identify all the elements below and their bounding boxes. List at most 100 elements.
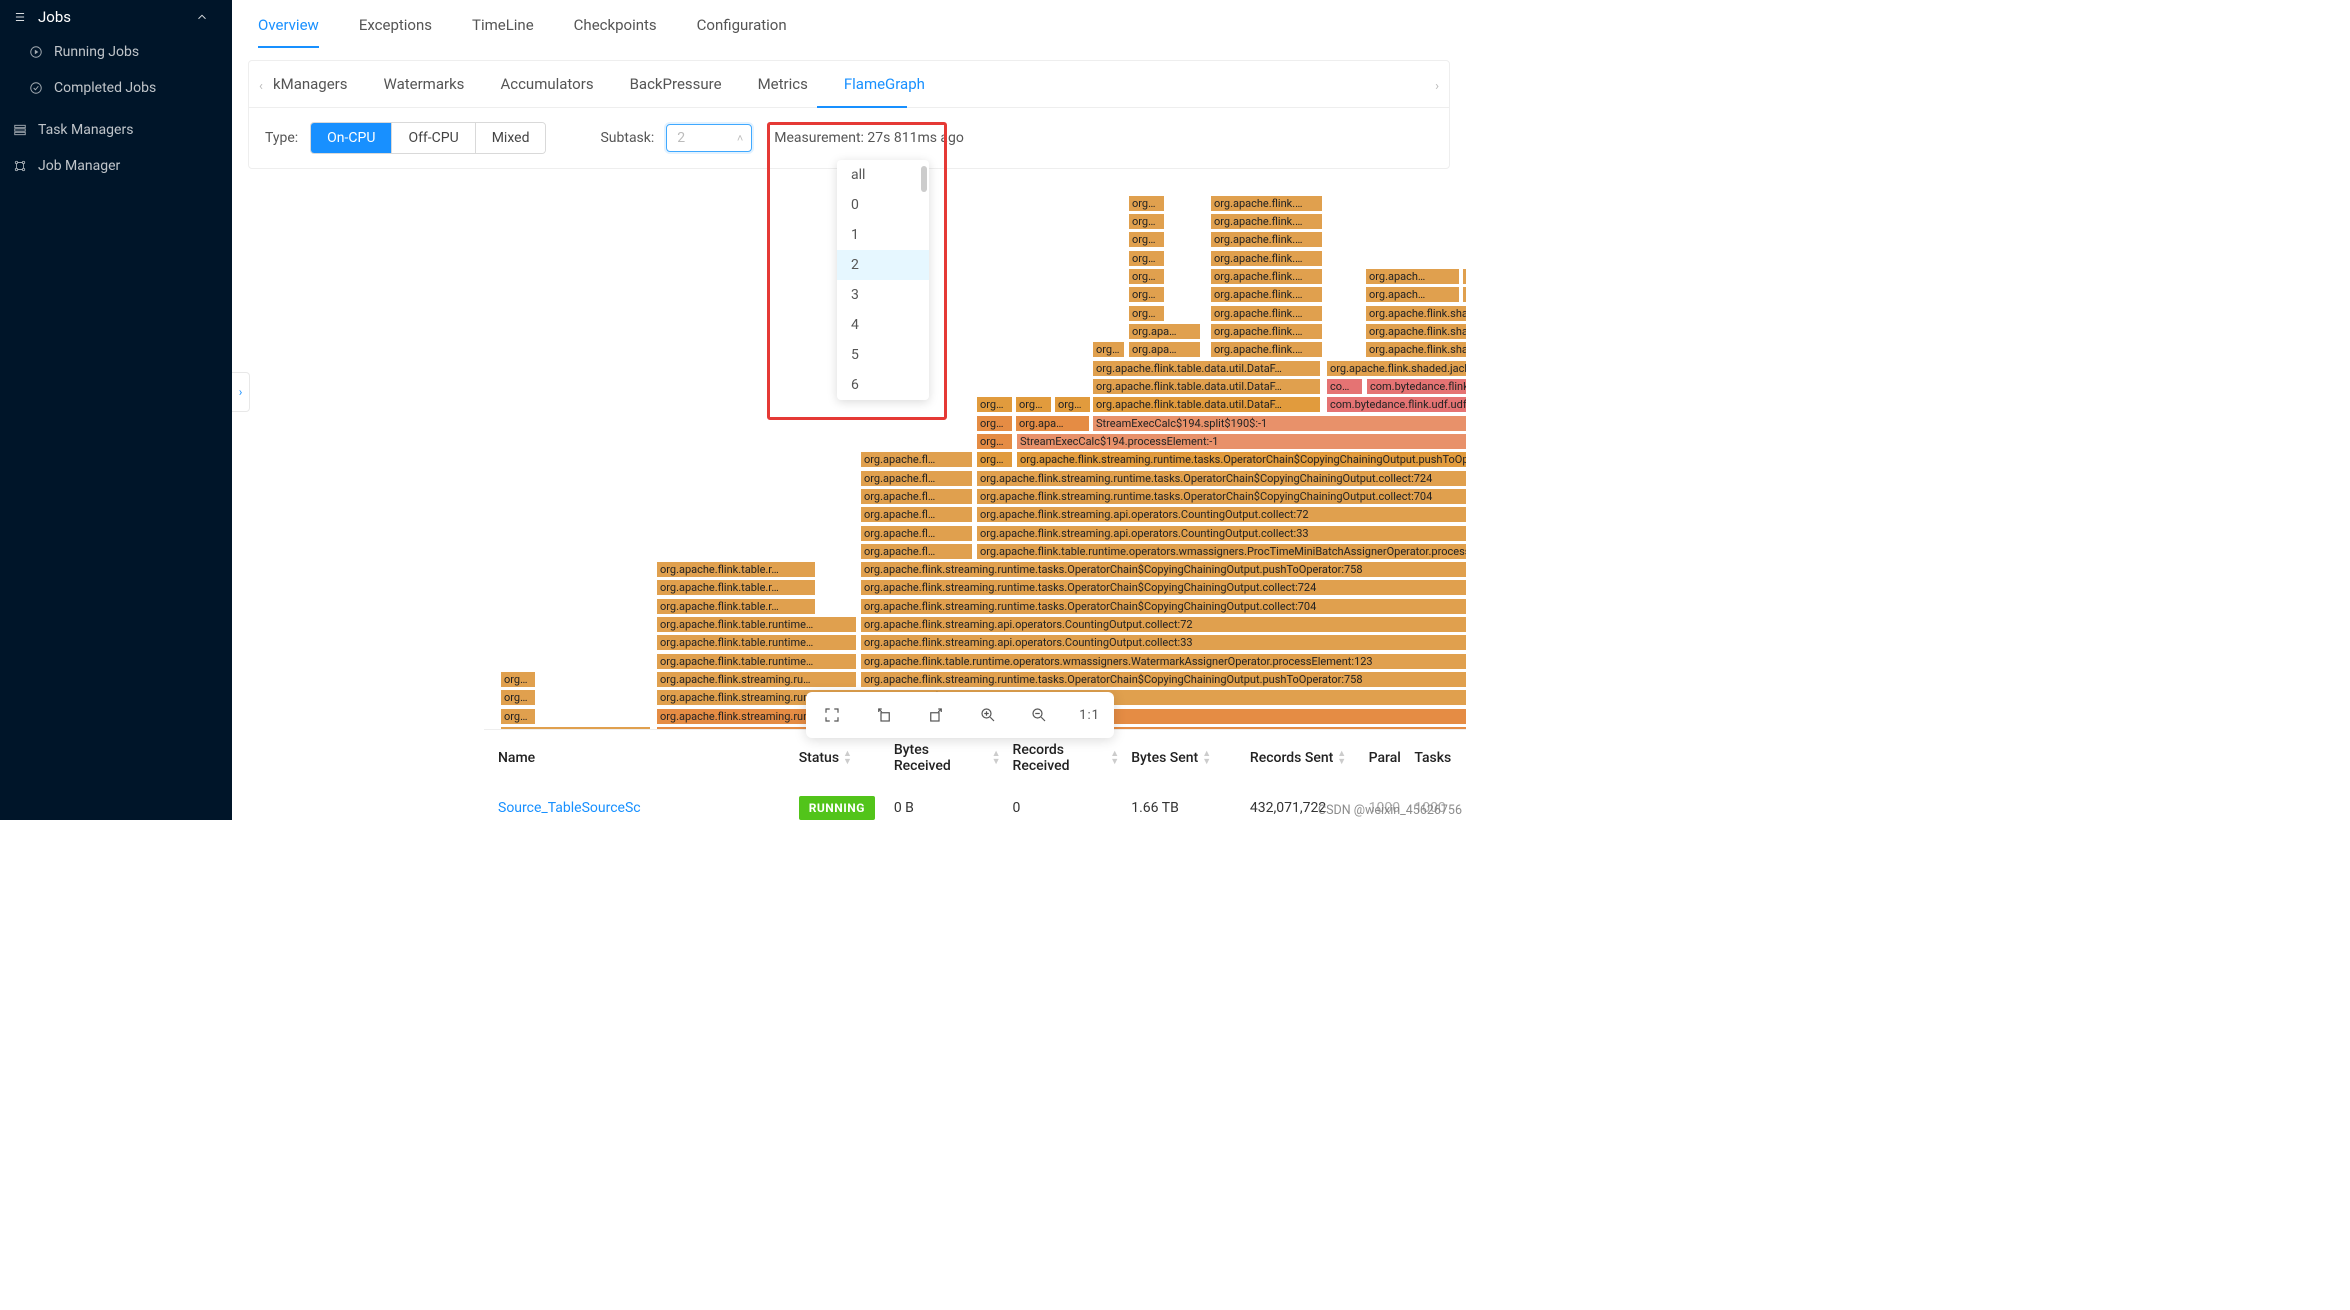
flame-frame[interactable]: org.apache.flink.… (1210, 195, 1323, 212)
sidebar-collapse-handle[interactable]: › (232, 372, 250, 412)
col-name[interactable]: Name (492, 742, 793, 774)
flame-frame[interactable]: org.apache.fl… (860, 451, 973, 468)
col-records-received[interactable]: Records Received▲▼ (1007, 742, 1126, 774)
flame-frame[interactable]: org.apache.fl… (860, 470, 973, 487)
sidebar-section-jobs[interactable]: Jobs (0, 2, 232, 34)
flame-frame[interactable]: org… (1128, 250, 1165, 267)
flame-frame[interactable]: StreamExecCalc$194.split$190$:-1 (1092, 415, 1466, 432)
flame-frame[interactable]: org.apache.flink.table.runtime.operators… (860, 653, 1466, 670)
rotate-right-button[interactable] (924, 703, 948, 727)
flame-frame[interactable]: org… (500, 708, 536, 725)
subtab-watermarks[interactable]: Watermarks (384, 75, 465, 93)
col-records-sent[interactable]: Records Sent▲▼ (1244, 742, 1363, 774)
flame-frame[interactable]: org… (976, 396, 1013, 413)
flame-frame[interactable]: org.apach… (1365, 286, 1460, 303)
flame-frame[interactable]: org.apa… (1128, 323, 1201, 340)
zoom-out-button[interactable] (1027, 703, 1051, 727)
flame-frame[interactable]: org… (1128, 213, 1165, 230)
subtab-backpressure[interactable]: BackPressure (630, 75, 722, 93)
col-status[interactable]: Status▲▼ (793, 742, 888, 774)
flame-frame[interactable]: org.apache.flink.shaded.jackson2.co… (1365, 323, 1466, 340)
tab-checkpoints[interactable]: Checkpoints (574, 12, 657, 48)
flame-frame[interactable]: org.apache.flink.table.runtime… (656, 653, 857, 670)
flame-frame[interactable]: org.apach… (1365, 268, 1460, 285)
subtab-kmanagers[interactable]: kManagers (273, 75, 348, 93)
tab-overview[interactable]: Overview (258, 12, 319, 48)
flame-frame[interactable]: org.apache.flink.streaming.runtime.tasks… (860, 561, 1466, 578)
zoom-ratio[interactable]: 1:1 (1079, 708, 1100, 723)
col-tasks[interactable]: Tasks (1408, 742, 1458, 774)
flame-frame[interactable]: org.apache.flink.streaming.runtime.tasks… (860, 671, 1466, 688)
subtab-flamegraph[interactable]: FlameGraph (844, 75, 925, 93)
flame-frame[interactable]: org.apache.flink.… (1210, 323, 1323, 340)
type-mixed[interactable]: Mixed (476, 123, 546, 153)
subtask-option-4[interactable]: 4 (837, 310, 929, 340)
flame-frame[interactable]: org.apache.flink.streaming.runtime.tasks… (860, 579, 1466, 596)
row-name-link[interactable]: Source_TableSourceSc (498, 800, 641, 816)
subtab-metrics[interactable]: Metrics (758, 75, 808, 93)
flame-frame[interactable]: org.apach… (1462, 286, 1466, 303)
flame-frame[interactable]: org… (500, 671, 536, 688)
flame-frame[interactable]: org.apache.flink.table.r… (656, 561, 816, 578)
flame-frame[interactable]: org.apache.flink.… (1210, 213, 1323, 230)
flame-frame[interactable]: org.apache.flink.… (1210, 305, 1323, 322)
flame-frame[interactable]: com.bytedance.flink.udf.udf.JSONStr… (1366, 378, 1466, 395)
sidebar-item-job-manager[interactable]: Job Manager (0, 148, 232, 184)
flame-frame[interactable]: org.apache.flink.streaming.runtime.tasks… (1016, 451, 1466, 468)
flame-frame[interactable]: org.apache.flink.… (1462, 268, 1466, 285)
subtask-option-0[interactable]: 0 (837, 190, 929, 220)
flame-frame[interactable]: org.apache.fl… (860, 488, 973, 505)
tab-timeline[interactable]: TimeLine (472, 12, 534, 48)
subtask-option-3[interactable]: 3 (837, 280, 929, 310)
tab-configuration[interactable]: Configuration (697, 12, 787, 48)
flame-frame[interactable]: org.apache.flink.table.data.util.DataF… (1092, 378, 1321, 395)
flame-frame[interactable]: org.apache.flink.shaded.jackson2.co… (1326, 360, 1466, 377)
subtask-option-5[interactable]: 5 (837, 340, 929, 370)
flame-frame[interactable]: org.apache.flink.streaming.ru… (656, 671, 857, 688)
flame-frame[interactable]: org.apache.flink.streaming.api.operators… (860, 634, 1466, 651)
flame-frame[interactable]: org… (1128, 286, 1165, 303)
sidebar-item-task-managers[interactable]: Task Managers (0, 112, 232, 148)
fullscreen-button[interactable] (820, 703, 844, 727)
flame-frame[interactable]: com.bytedance.flink.udf.udf.JSONStringTo… (1326, 396, 1466, 413)
subtask-option-6[interactable]: 6 (837, 370, 929, 400)
flame-frame[interactable]: org.apache.flink.table.runtime… (656, 634, 857, 651)
rotate-left-button[interactable] (872, 703, 896, 727)
flame-frame[interactable]: org.apache.flink.… (1210, 268, 1323, 285)
tab-exceptions[interactable]: Exceptions (359, 12, 432, 48)
flame-frame[interactable]: org.apache.flink.table.runtime.operators… (976, 543, 1466, 560)
flame-frame[interactable]: org… (1015, 396, 1052, 413)
subtask-option-1[interactable]: 1 (837, 220, 929, 250)
flame-frame[interactable]: org.apa… (1015, 415, 1090, 432)
flame-frame[interactable]: org.apache.flink.… (1210, 341, 1323, 358)
flame-frame[interactable]: org… (500, 689, 536, 706)
col-bytes-received[interactable]: Bytes Received▲▼ (888, 742, 1007, 774)
flame-frame[interactable]: org.apache.flink.table.r… (656, 579, 816, 596)
flame-frame[interactable]: org… (976, 451, 1013, 468)
flame-frame[interactable]: org… (1054, 396, 1091, 413)
flame-frame[interactable]: org.apache.fl… (860, 543, 973, 560)
flamegraph-canvas[interactable]: org…org.apache.flink.…org…org.apache.fli… (492, 195, 1466, 751)
flame-frame[interactable]: StreamExecCalc$194.processElement:-1 (1016, 433, 1466, 450)
flame-frame[interactable]: org.apache.flink.streaming.api.operators… (976, 506, 1466, 523)
flame-frame[interactable]: org.apache.flink.table.runtime… (656, 616, 857, 633)
flame-frame[interactable]: org.apache.flink.streaming.runtime.tasks… (976, 470, 1466, 487)
flame-frame[interactable]: org… (1128, 231, 1165, 248)
subtask-option-2[interactable]: 2 (837, 250, 929, 280)
flame-frame[interactable]: org.apache.fl… (860, 506, 973, 523)
subtask-select[interactable]: 2 ˄ (666, 124, 752, 152)
dropdown-scrollbar[interactable] (921, 166, 927, 192)
flame-frame[interactable]: org.apache.flink.streaming.api.operators… (976, 525, 1466, 542)
flame-frame[interactable]: org.apache.flink.table.data.util.DataF… (1092, 360, 1321, 377)
flame-frame[interactable]: org… (976, 433, 1013, 450)
flame-frame[interactable]: org… (976, 415, 1013, 432)
flame-frame[interactable]: org.apache.flink.table.data.util.DataF… (1092, 396, 1321, 413)
flame-frame[interactable]: org.apache.flink.streaming.runtime.tasks… (860, 598, 1466, 615)
flame-frame[interactable]: org… (1128, 268, 1165, 285)
flame-frame[interactable]: org.apache.flink.table.r… (656, 598, 816, 615)
col-bytes-sent[interactable]: Bytes Sent▲▼ (1125, 742, 1244, 774)
type-off-cpu[interactable]: Off-CPU (392, 123, 475, 153)
flame-frame[interactable]: co… (1326, 378, 1363, 395)
sidebar-item-completed-jobs[interactable]: Completed Jobs (0, 70, 232, 106)
flame-frame[interactable]: org… (1092, 341, 1125, 358)
